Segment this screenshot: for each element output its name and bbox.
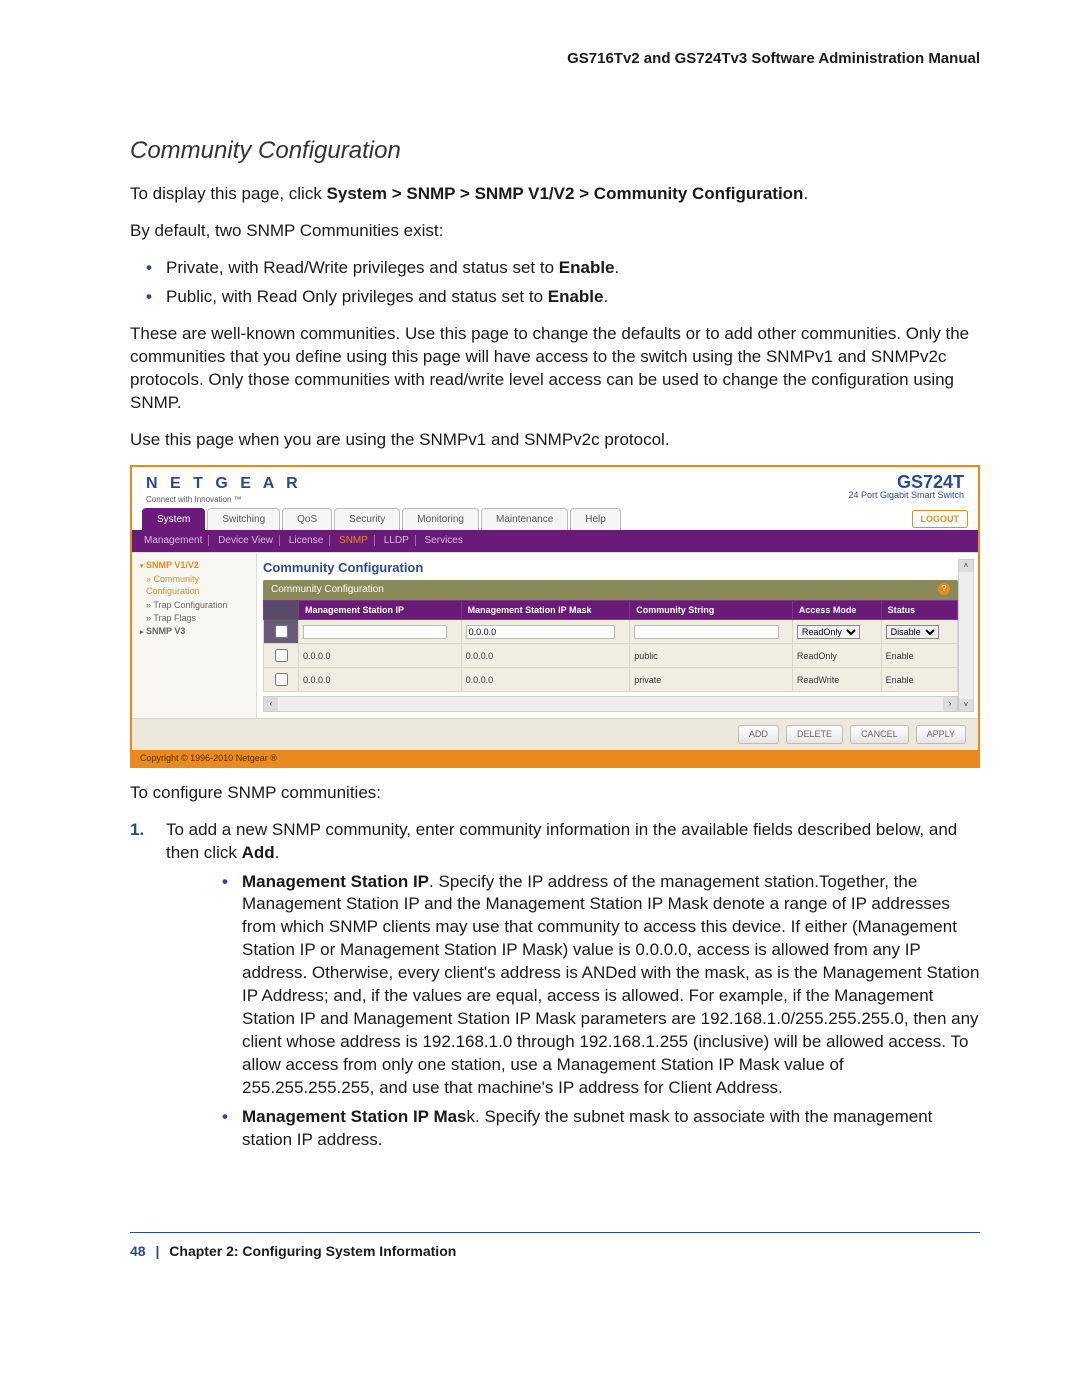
page-number: 48 — [130, 1243, 146, 1259]
ol-item: 1. To add a new SNMP community, enter co… — [130, 819, 980, 1152]
sub-list: Management Station IP. Specify the IP ad… — [222, 871, 980, 1152]
tab-switching[interactable]: Switching — [207, 508, 280, 531]
para-use: Use this page when you are using the SNM… — [130, 429, 980, 452]
copyright-bar: Copyright © 1996-2010 Netgear ® — [132, 750, 978, 766]
ordered-list: 1. To add a new SNMP community, enter co… — [130, 819, 980, 1152]
subtab-lldp[interactable]: LLDP — [384, 535, 416, 546]
v-scrollbar[interactable]: ˄ ˅ — [958, 559, 974, 713]
footer-sep: | — [155, 1243, 159, 1259]
tab-qos[interactable]: QoS — [282, 508, 332, 531]
logout-button[interactable]: LOGOUT — [912, 510, 969, 528]
button-bar: ADD DELETE CANCEL APPLY — [132, 718, 978, 749]
select-access[interactable]: ReadOnly — [797, 625, 860, 639]
model-sub: 24 Port Gigabit Smart Switch — [848, 491, 964, 500]
sidebar: ▾ SNMP V1/V2 » Community Configuration »… — [132, 553, 256, 719]
brand-block: N E T G E A R Connect with Innovation ™ — [146, 473, 302, 505]
input-ip[interactable] — [303, 625, 447, 639]
ol-number: 1. — [130, 819, 144, 842]
netgear-logo: N E T G E A R — [146, 473, 302, 495]
sub-header-label: Community Configuration — [271, 583, 384, 597]
body-text: To display this page, click System > SNM… — [130, 183, 980, 1152]
main-tabs: System Switching QoS Security Monitoring… — [132, 508, 978, 531]
table-row: 0.0.0.0 0.0.0.0 public ReadOnly Enable — [264, 644, 958, 668]
bullet-list: Private, with Read/Write privileges and … — [130, 257, 980, 309]
subtab-deviceview[interactable]: Device View — [218, 535, 280, 546]
subtab-services[interactable]: Services — [425, 535, 469, 546]
window-header: N E T G E A R Connect with Innovation ™ … — [132, 467, 978, 507]
para-desc: These are well-known communities. Use th… — [130, 323, 980, 415]
subtab-license[interactable]: License — [289, 535, 330, 546]
sidebar-hd-snmpv3[interactable]: ▸ SNMP V3 — [140, 625, 250, 637]
subtab-management[interactable]: Management — [144, 535, 209, 546]
table-row-new: ReadOnly Disable — [264, 620, 958, 644]
tab-help[interactable]: Help — [570, 508, 621, 531]
config-table: Management Station IP Management Station… — [263, 600, 958, 693]
tab-system[interactable]: System — [142, 508, 205, 531]
section-heading: Community Configuration — [130, 137, 980, 165]
para-nav: To display this page, click System > SNM… — [130, 183, 980, 206]
sidebar-item-community[interactable]: » Community Configuration — [146, 573, 250, 597]
scroll-down-icon[interactable]: ˅ — [959, 699, 973, 711]
main-panel: Community Configuration Community Config… — [256, 553, 978, 719]
sub-item: Management Station IP Mask. Specify the … — [222, 1106, 980, 1152]
tab-monitoring[interactable]: Monitoring — [402, 508, 479, 531]
tab-security[interactable]: Security — [334, 508, 400, 531]
scroll-up-icon[interactable]: ˄ — [959, 560, 973, 572]
cancel-button[interactable]: CANCEL — [850, 725, 909, 743]
sub-header-bar: Community Configuration ? — [263, 580, 958, 600]
brand-tagline: Connect with Innovation ™ — [146, 495, 302, 506]
th-check — [264, 600, 299, 619]
section-title: Community Configuration — [263, 559, 958, 577]
table-row: 0.0.0.0 0.0.0.0 private ReadWrite Enable — [264, 668, 958, 692]
sub-item: Management Station IP. Specify the IP ad… — [222, 871, 980, 1100]
model-label: GS724T 24 Port Gigabit Smart Switch — [848, 473, 964, 500]
apply-button[interactable]: APPLY — [916, 725, 966, 743]
list-item: Public, with Read Only privileges and st… — [166, 286, 980, 309]
th-mask: Management Station IP Mask — [461, 600, 630, 619]
th-ip: Management Station IP — [299, 600, 462, 619]
h-scrollbar[interactable]: ‹ › — [263, 696, 958, 712]
sidebar-item-trapconfig[interactable]: » Trap Configuration — [146, 599, 250, 611]
table-header-row: Management Station IP Management Station… — [264, 600, 958, 619]
th-status: Status — [881, 600, 957, 619]
row-checkbox[interactable] — [275, 649, 288, 662]
page-footer: 48 | Chapter 2: Configuring System Infor… — [130, 1232, 980, 1259]
tab-maintenance[interactable]: Maintenance — [481, 508, 568, 531]
chapter-label: Chapter 2: Configuring System Informatio… — [169, 1243, 456, 1259]
scroll-track[interactable] — [278, 697, 943, 711]
list-item: Private, with Read/Write privileges and … — [166, 257, 980, 280]
subtab-snmp[interactable]: SNMP — [339, 535, 375, 546]
input-string[interactable] — [634, 625, 778, 639]
sidebar-hd-snmpv1v2[interactable]: ▾ SNMP V1/V2 — [140, 559, 250, 571]
sub-tabs: Management Device View License SNMP LLDP… — [132, 530, 978, 552]
manual-title: GS716Tv2 and GS724Tv3 Software Administr… — [130, 50, 980, 67]
delete-button[interactable]: DELETE — [786, 725, 843, 743]
th-access: Access Mode — [792, 600, 881, 619]
manual-page: GS716Tv2 and GS724Tv3 Software Administr… — [0, 0, 1080, 1299]
para-configure: To configure SNMP communities: — [130, 782, 980, 805]
select-status[interactable]: Disable — [886, 625, 939, 639]
help-icon[interactable]: ? — [938, 583, 950, 595]
sidebar-item-trapflags[interactable]: » Trap Flags — [146, 612, 250, 624]
checkbox-all[interactable] — [275, 625, 288, 638]
scroll-right-icon[interactable]: › — [943, 697, 957, 711]
model-name: GS724T — [848, 473, 964, 491]
screenshot-panel: N E T G E A R Connect with Innovation ™ … — [130, 465, 980, 767]
para-default: By default, two SNMP Communities exist: — [130, 220, 980, 243]
row-checkbox[interactable] — [275, 673, 288, 686]
scroll-left-icon[interactable]: ‹ — [264, 697, 278, 711]
add-button[interactable]: ADD — [738, 725, 779, 743]
check-all[interactable] — [264, 620, 299, 644]
content-area: ▾ SNMP V1/V2 » Community Configuration »… — [132, 552, 978, 719]
input-mask[interactable] — [466, 625, 616, 639]
th-string: Community String — [630, 600, 793, 619]
